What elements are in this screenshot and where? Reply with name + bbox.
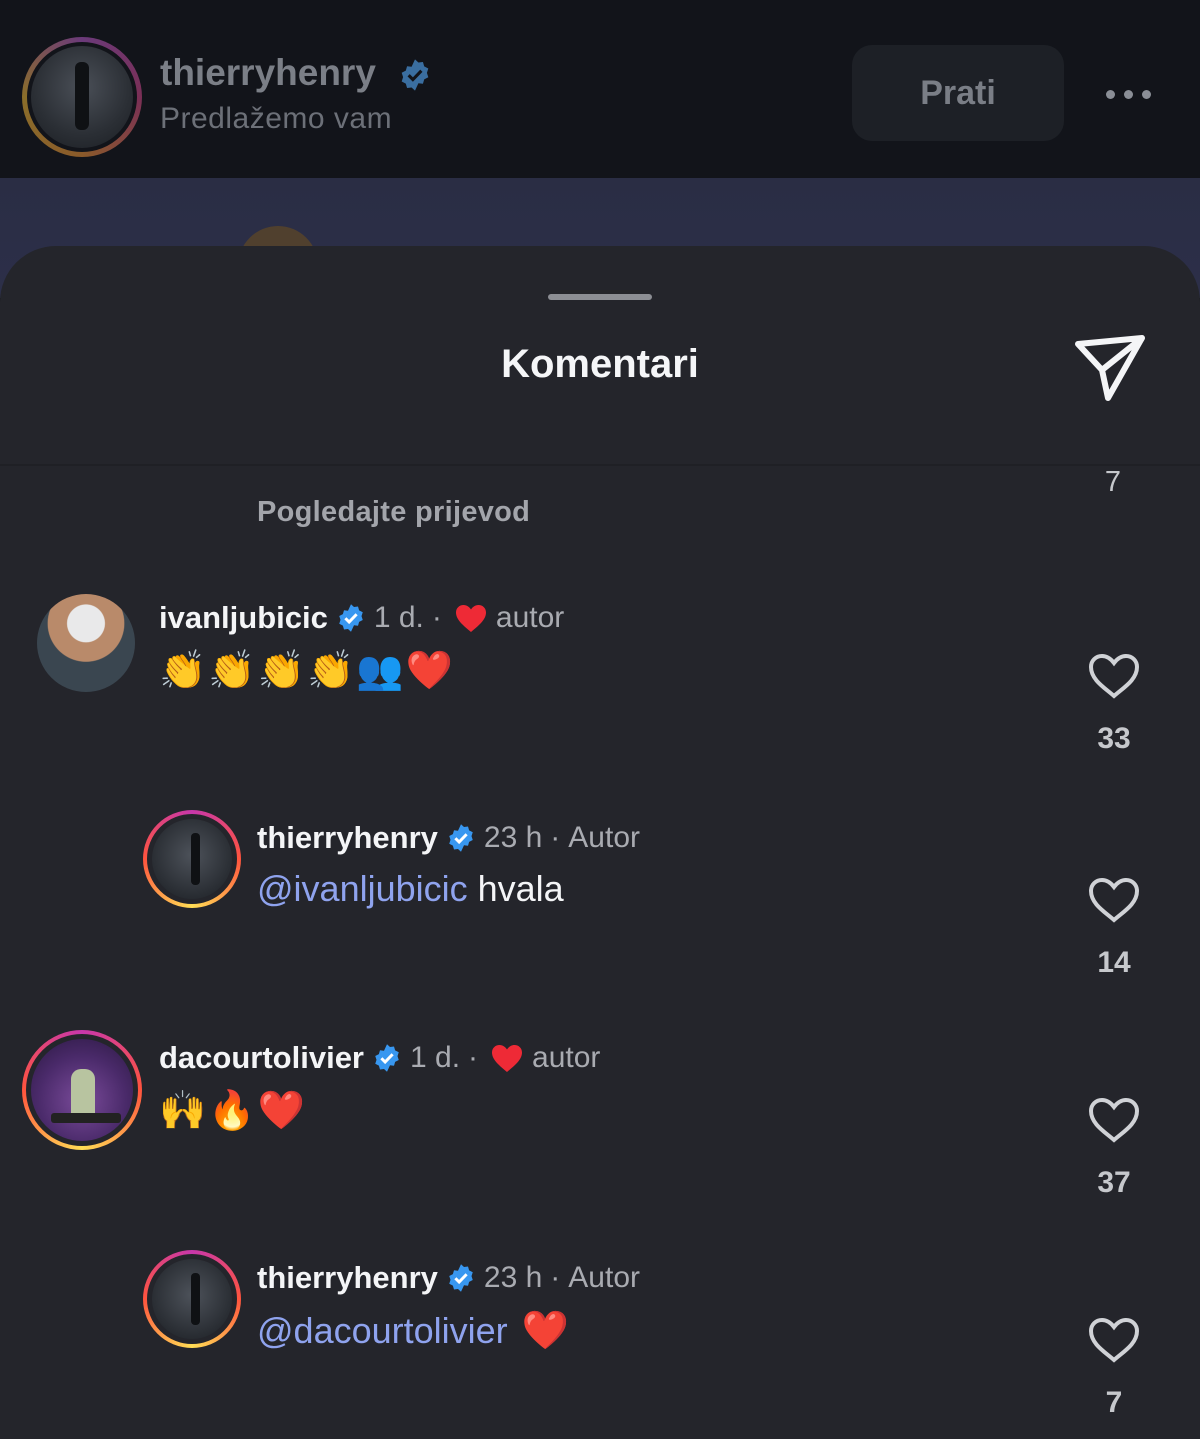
author-label: Autor — [568, 821, 641, 854]
sheet-title: Komentari — [501, 342, 699, 386]
comment-text: 🙌🔥❤️ — [159, 1088, 307, 1132]
like-count: 7 — [1105, 1386, 1123, 1419]
share-paper-plane-icon[interactable] — [1070, 330, 1150, 406]
verified-badge-icon — [449, 824, 473, 852]
comment-text: 👏👏👏👏👥❤️ — [159, 648, 455, 692]
comments-sheet: Komentari 7 Pogledajte prijevod ivanljub… — [0, 246, 1200, 1439]
comment-like: 33 — [1080, 652, 1148, 756]
heart-icon[interactable] — [1087, 876, 1141, 924]
comment-text: @dacourtolivier ❤️ — [257, 1308, 571, 1353]
commenter-avatar[interactable] — [37, 594, 135, 692]
verified-badge-icon — [449, 1264, 473, 1292]
comment-like: 37 — [1080, 1096, 1148, 1200]
comment-text-rest: ❤️ — [507, 1308, 572, 1352]
post-header: thierryhenry Predlažemo vam Prati — [0, 0, 1200, 178]
comment-separator: · — [550, 1261, 561, 1294]
like-count: 37 — [1097, 1166, 1131, 1199]
author-liked-heart-icon — [455, 605, 486, 632]
mention-link[interactable]: @ivanljubicic — [257, 868, 468, 909]
comment-like: 14 — [1080, 876, 1148, 980]
comment-like: 7 — [1080, 1316, 1148, 1420]
suggested-label: Predlažemo vam — [160, 102, 393, 135]
follow-button[interactable]: Prati — [852, 45, 1064, 141]
see-translation-link[interactable]: Pogledajte prijevod — [257, 496, 530, 529]
like-count: 33 — [1097, 722, 1131, 755]
comment-separator: · — [550, 821, 561, 854]
comment-separator: · — [468, 1041, 479, 1074]
mention-link[interactable]: @dacourtolivier — [257, 1310, 508, 1351]
partial-comment-like-count: 7 — [1104, 466, 1122, 498]
author-liked-heart-icon — [492, 1045, 523, 1072]
post-author-avatar[interactable] — [22, 37, 142, 157]
heart-icon[interactable] — [1087, 1316, 1141, 1364]
post-author-username[interactable]: thierryhenry — [160, 52, 376, 94]
drag-handle[interactable] — [548, 294, 652, 300]
commenter-avatar[interactable] — [143, 810, 241, 908]
verified-badge-icon — [339, 604, 363, 632]
comment-username[interactable]: thierryhenry — [257, 820, 438, 856]
heart-icon[interactable] — [1087, 1096, 1141, 1144]
author-liked-label: autor — [532, 1041, 601, 1074]
comment-username[interactable]: thierryhenry — [257, 1260, 438, 1296]
sheet-divider — [0, 464, 1200, 466]
comment-username[interactable]: dacourtolivier — [159, 1040, 364, 1076]
comments-screen: thierryhenry Predlažemo vam Prati Koment… — [0, 0, 1200, 1439]
author-liked-label: autor — [495, 601, 565, 634]
comment-separator: · — [431, 601, 442, 634]
comment-time: 1 d. — [410, 1041, 461, 1074]
commenter-avatar[interactable] — [143, 1250, 241, 1348]
author-label: Autor — [568, 1261, 641, 1294]
like-count: 14 — [1097, 946, 1131, 979]
verified-badge-icon — [375, 1044, 399, 1072]
verified-badge-icon — [401, 59, 429, 91]
comment-text-rest: hvala — [467, 868, 564, 909]
commenter-avatar[interactable] — [22, 1030, 142, 1150]
comment-username[interactable]: ivanljubicic — [159, 600, 328, 636]
comment-time: 1 d. — [373, 601, 424, 634]
comment-time: 23 h — [483, 1261, 543, 1294]
comment-text: @ivanljubicic hvala — [257, 868, 564, 910]
heart-icon[interactable] — [1087, 652, 1141, 700]
comment-time: 23 h — [483, 821, 543, 854]
more-options-icon[interactable] — [1106, 84, 1162, 104]
